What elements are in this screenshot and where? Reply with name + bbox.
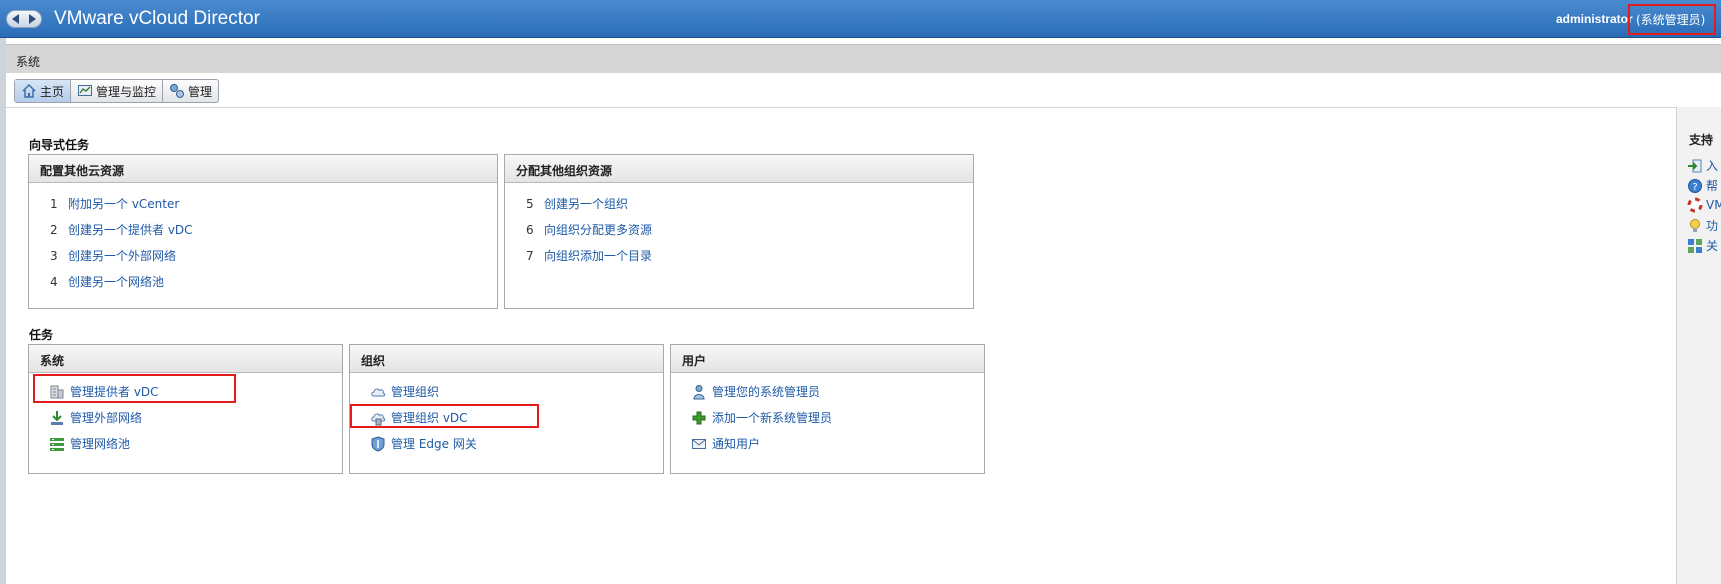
back-arrow-icon[interactable] [7, 11, 24, 27]
support-link[interactable]: 入 [1706, 157, 1718, 174]
panel-title: 组织 [350, 345, 663, 373]
item-link[interactable]: 创建另一个外部网络 [68, 247, 176, 264]
panel-title: 配置其他云资源 [29, 155, 497, 183]
user-icon [691, 384, 707, 400]
user-name[interactable]: administrator [1556, 12, 1633, 26]
lifebuoy-icon [1687, 197, 1703, 213]
about-icon [1687, 238, 1703, 254]
item-number: 7 [526, 248, 534, 263]
highlight-box-org-vdc [350, 404, 539, 428]
highlight-box-user-role [1628, 4, 1716, 35]
plus-icon [691, 410, 707, 426]
left-frame [0, 38, 6, 584]
task-item[interactable]: 管理 Edge 网关 [370, 435, 477, 452]
task-item[interactable]: 通知用户 [691, 435, 760, 452]
support-item[interactable]: 关 [1687, 237, 1718, 254]
highlight-box-provider-vdc [33, 374, 236, 403]
tab-monitor[interactable]: 管理与监控 [71, 80, 164, 102]
item-link[interactable]: 创建另一个提供者 vDC [68, 221, 193, 238]
manage-icon [169, 83, 185, 99]
item-link[interactable]: 向组织分配更多资源 [544, 221, 652, 238]
task-link[interactable]: 管理外部网络 [70, 409, 142, 426]
task-link[interactable]: 管理组织 [391, 383, 439, 400]
item-link[interactable]: 附加另一个 vCenter [68, 195, 179, 212]
wizard-item[interactable]: 5 创建另一个组织 [526, 195, 628, 212]
panel-title: 分配其他组织资源 [505, 155, 973, 183]
mail-icon [691, 436, 707, 452]
task-item[interactable]: 管理您的系统管理员 [691, 383, 820, 400]
wizard-section-title: 向导式任务 [29, 138, 90, 152]
tasks-section-title: 任务 [29, 328, 54, 342]
wizard-item[interactable]: 3 创建另一个外部网络 [50, 247, 176, 264]
wizard-item[interactable]: 7 向组织添加一个目录 [526, 247, 652, 264]
tab-manage-label: 管理 [188, 84, 213, 99]
support-link[interactable]: 帮 [1706, 177, 1718, 194]
support-item[interactable]: 功 [1687, 217, 1718, 234]
breadcrumb: 系统 [6, 44, 1721, 73]
task-link[interactable]: 管理 Edge 网关 [391, 435, 477, 452]
tab-home[interactable]: 主页 [15, 80, 72, 102]
task-item[interactable]: 管理外部网络 [49, 409, 142, 426]
item-number: 6 [526, 222, 534, 237]
tab-manage[interactable]: 管理 [163, 80, 218, 102]
wizard-item[interactable]: 1 附加另一个 vCenter [50, 195, 179, 212]
task-panel-system: 系统 管理提供者 vDC 管理外部网络 管理网络池 [28, 344, 343, 474]
tab-divider [6, 107, 1676, 108]
task-link[interactable]: 管理网络池 [70, 435, 130, 452]
wizard-item[interactable]: 6 向组织分配更多资源 [526, 221, 652, 238]
task-panel-users: 用户 管理您的系统管理员 添加一个新系统管理员 通知用户 [670, 344, 985, 474]
item-link[interactable]: 创建另一个组织 [544, 195, 628, 212]
wizard-item[interactable]: 2 创建另一个提供者 vDC [50, 221, 193, 238]
forward-arrow-icon[interactable] [24, 11, 41, 27]
home-icon [21, 83, 37, 99]
shield-icon [370, 435, 386, 452]
network-pool-icon [49, 436, 65, 452]
support-panel: 支持 入 ? 帮 VM 功 关 [1676, 107, 1721, 584]
enter-icon [1687, 158, 1703, 174]
support-title: 支持 [1689, 133, 1714, 147]
app-title: VMware vCloud Director [54, 8, 260, 29]
support-item[interactable]: VM [1687, 197, 1721, 213]
task-link[interactable]: 添加一个新系统管理员 [712, 409, 832, 426]
item-number: 1 [50, 196, 58, 211]
nav-arrows[interactable] [6, 10, 42, 28]
item-link[interactable]: 创建另一个网络池 [68, 273, 164, 290]
support-link[interactable]: 关 [1706, 237, 1718, 254]
task-link[interactable]: 通知用户 [712, 435, 760, 452]
task-item[interactable]: 管理网络池 [49, 435, 130, 452]
bulb-icon [1687, 218, 1703, 234]
item-link[interactable]: 向组织添加一个目录 [544, 247, 652, 264]
wizard-panel-org-resources: 分配其他组织资源 5 创建另一个组织 6 向组织分配更多资源 7 向组织添加一个… [504, 154, 974, 309]
breadcrumb-label: 系统 [16, 55, 41, 69]
main-tabs: 主页 管理与监控 管理 [14, 79, 220, 103]
panel-title: 系统 [29, 345, 342, 373]
support-link[interactable]: VM [1706, 198, 1721, 212]
tab-home-label: 主页 [40, 84, 65, 99]
top-bar: VMware vCloud Director administrator (系统… [0, 0, 1721, 38]
task-link[interactable]: 管理您的系统管理员 [712, 383, 820, 400]
support-item[interactable]: ? 帮 [1687, 177, 1718, 194]
support-link[interactable]: 功 [1706, 217, 1718, 234]
monitor-icon [77, 83, 93, 99]
task-item[interactable]: 添加一个新系统管理员 [691, 409, 832, 426]
panel-title: 用户 [671, 345, 984, 373]
item-number: 4 [50, 274, 58, 289]
cloud-icon [370, 384, 386, 400]
external-network-icon [49, 410, 65, 426]
wizard-item[interactable]: 4 创建另一个网络池 [50, 273, 164, 290]
wizard-panel-cloud-resources: 配置其他云资源 1 附加另一个 vCenter 2 创建另一个提供者 vDC 3… [28, 154, 498, 309]
item-number: 5 [526, 196, 534, 211]
task-item[interactable]: 管理组织 [370, 383, 439, 400]
help-icon: ? [1687, 178, 1703, 194]
support-item[interactable]: 入 [1687, 157, 1718, 174]
item-number: 3 [50, 248, 58, 263]
item-number: 2 [50, 222, 58, 237]
tab-monitor-label: 管理与监控 [96, 84, 157, 99]
svg-text:?: ? [1692, 182, 1697, 193]
